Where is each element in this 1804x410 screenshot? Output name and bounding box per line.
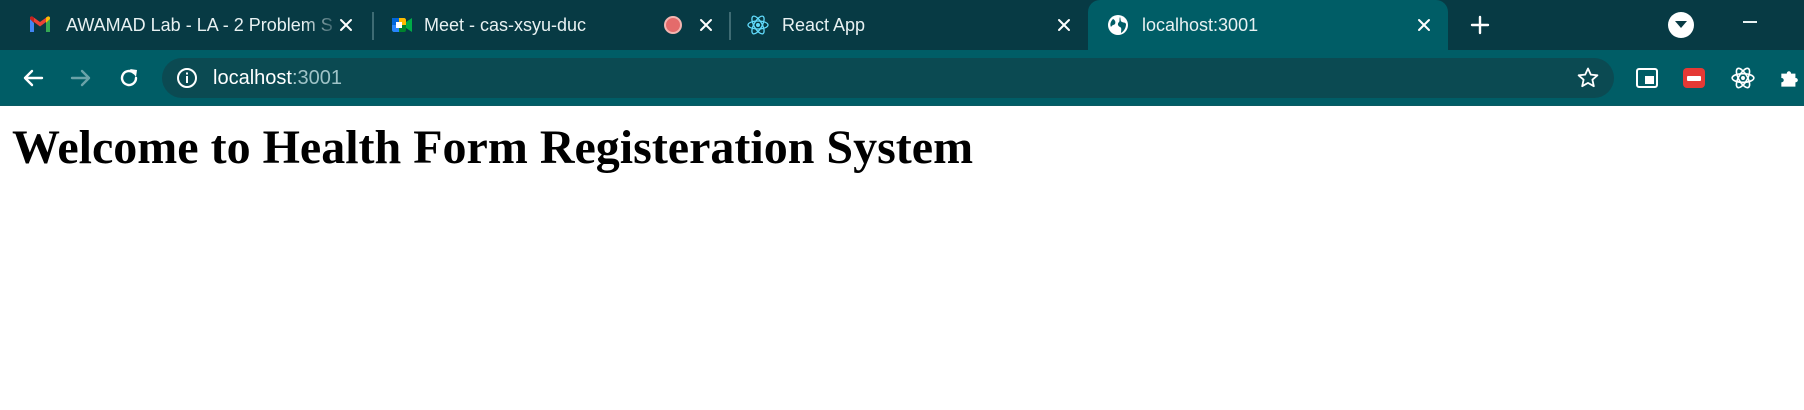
close-tab-icon[interactable]	[1412, 13, 1436, 37]
new-tab-button[interactable]	[1466, 11, 1494, 39]
tab-title: React App	[782, 15, 866, 35]
tab-google-meet[interactable]: Meet - cas-xsyu-duc	[376, 0, 730, 50]
tab-title: localhost:3001	[1142, 15, 1259, 35]
content-divider	[0, 105, 1804, 106]
reload-button[interactable]	[114, 63, 144, 93]
tab-title: Meet - cas-xsyu-duc	[424, 15, 587, 35]
page-heading: Welcome to Health Form Registeration Sys…	[12, 121, 974, 174]
bookmark-star-icon[interactable]	[1576, 66, 1600, 90]
minimize-window-button[interactable]	[1740, 12, 1760, 32]
tab-search-extension-icon[interactable]	[1633, 64, 1661, 92]
address-bar[interactable]: localhost:3001	[162, 58, 1614, 98]
back-button[interactable]	[18, 63, 48, 93]
browser-toolbar: localhost:3001	[0, 50, 1804, 105]
address-url[interactable]: localhost:3001	[213, 67, 342, 89]
tab-awamad-lab[interactable]: AWAMAD Lab - LA - 2 Problem S	[14, 0, 376, 50]
arrow-right-icon	[70, 69, 91, 87]
puzzle-icon[interactable]	[1776, 64, 1804, 92]
tab-react-app[interactable]: React App	[732, 0, 1086, 50]
plus-icon	[1470, 15, 1490, 35]
tab-separator	[729, 12, 731, 40]
forward-button[interactable]	[66, 63, 96, 93]
gmail-icon	[28, 13, 52, 37]
tab-separator	[372, 12, 374, 40]
url-host: localhost	[213, 67, 292, 89]
tab-search-button[interactable]	[1668, 12, 1694, 38]
close-tab-icon[interactable]	[1052, 13, 1076, 37]
youtube-extension-icon[interactable]	[1680, 64, 1708, 92]
react-icon	[746, 13, 770, 37]
reload-icon	[120, 69, 138, 87]
react-devtools-icon[interactable]	[1729, 64, 1757, 92]
globe-icon	[1106, 13, 1130, 37]
tab-strip: AWAMAD Lab - LA - 2 Problem S Meet - cas…	[0, 0, 1804, 50]
tab-localhost-active[interactable]: localhost:3001	[1088, 0, 1448, 50]
recording-indicator-icon	[664, 16, 682, 34]
close-tab-icon[interactable]	[334, 13, 358, 37]
url-port: :3001	[291, 67, 342, 89]
chevron-down-icon	[1675, 21, 1687, 28]
close-tab-icon[interactable]	[694, 13, 718, 37]
tab-title: AWAMAD Lab - LA - 2 Problem S	[66, 15, 333, 35]
info-icon[interactable]	[176, 67, 198, 89]
google-meet-icon	[390, 13, 414, 37]
arrow-left-icon	[23, 69, 44, 87]
